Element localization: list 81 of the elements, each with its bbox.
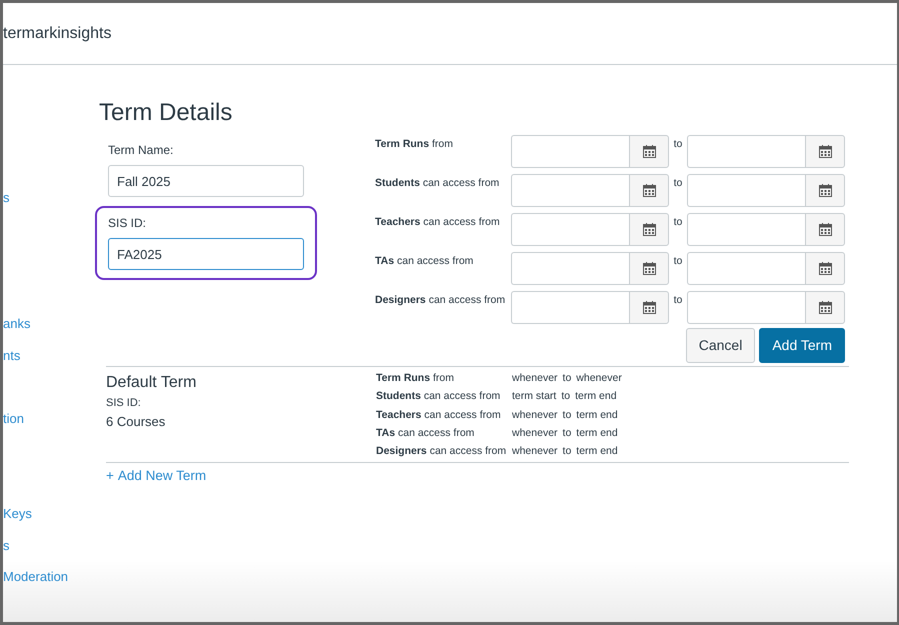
date-value: term end <box>576 444 618 460</box>
date-value: whenever <box>512 371 558 386</box>
date-value: whenever <box>576 371 622 386</box>
to-label: to <box>672 254 684 269</box>
plus-icon: + <box>106 468 114 484</box>
date-label: Designers can access from <box>375 293 506 308</box>
calendar-button[interactable] <box>805 252 845 285</box>
date-field[interactable] <box>687 252 805 285</box>
date-field[interactable] <box>511 213 629 246</box>
sidebar-link[interactable]: anks <box>3 315 97 333</box>
date-value: term end <box>576 408 618 423</box>
date-field[interactable] <box>511 252 629 285</box>
sidebar-link[interactable]: Moderation <box>3 568 97 586</box>
calendar-icon <box>818 301 832 314</box>
calendar-button[interactable] <box>805 135 845 168</box>
course-count: 6 Courses <box>106 412 166 430</box>
calendar-icon <box>642 262 656 275</box>
date-label: Teachers can access from <box>376 408 502 423</box>
sidebar-link[interactable]: s <box>3 189 97 207</box>
to-label: to <box>561 389 570 404</box>
sidebar-link[interactable]: s <box>3 537 97 555</box>
term-name-field[interactable]: Fall 2025 <box>108 165 304 197</box>
date-field[interactable] <box>687 135 805 168</box>
date-field[interactable] <box>511 291 629 324</box>
link-text: Add New Term <box>118 468 206 484</box>
date-label: Students can access from <box>375 176 500 191</box>
to-label: to <box>562 426 572 441</box>
to-label: to <box>672 293 684 308</box>
sis-id-label: SIS ID: <box>106 396 142 411</box>
to-label: to <box>562 371 572 386</box>
calendar-icon <box>642 184 656 197</box>
date-value: whenever <box>512 444 558 460</box>
calendar-button[interactable] <box>629 252 669 285</box>
calendar-button[interactable] <box>805 291 845 324</box>
calendar-button[interactable] <box>629 291 669 324</box>
calendar-button[interactable] <box>805 213 845 246</box>
date-value: term start <box>512 389 556 404</box>
calendar-icon <box>818 145 832 158</box>
cancel-button[interactable]: Cancel <box>686 328 756 363</box>
to-label: to <box>562 444 572 460</box>
date-field[interactable] <box>511 135 629 168</box>
date-field[interactable] <box>687 213 805 246</box>
date-label: Term Runs from <box>375 137 454 152</box>
page-heading: Term Details <box>99 98 234 128</box>
date-value: whenever <box>512 426 558 441</box>
date-label: TAs can access from <box>375 254 474 269</box>
date-label: Designers can access from <box>376 444 508 460</box>
date-field[interactable] <box>687 291 805 324</box>
calendar-icon <box>818 184 832 197</box>
field-label: Term Name: <box>108 142 174 159</box>
date-field[interactable] <box>687 174 805 207</box>
to-label: to <box>672 215 684 230</box>
date-label: Teachers can access from <box>375 215 501 230</box>
calendar-button[interactable] <box>629 213 669 246</box>
add-new-term-link[interactable]: + Add New Term <box>106 468 206 484</box>
to-label: to <box>672 176 684 191</box>
calendar-icon <box>818 262 832 275</box>
date-value: term end <box>576 426 618 441</box>
calendar-icon <box>642 223 656 236</box>
sidebar-link[interactable]: nts <box>3 347 97 365</box>
account-name: termarkinsights <box>3 24 112 44</box>
sidebar-link[interactable]: Keys <box>3 505 97 523</box>
date-field[interactable] <box>511 174 629 207</box>
term-name: Default Term <box>106 373 198 393</box>
sis-id-field[interactable]: FA2025 <box>108 238 304 270</box>
date-value: term end <box>575 389 617 404</box>
calendar-icon <box>818 223 832 236</box>
field-label: SIS ID: <box>108 215 148 232</box>
calendar-button[interactable] <box>629 135 669 168</box>
calendar-button[interactable] <box>805 174 845 207</box>
calendar-icon <box>642 301 656 314</box>
to-label: to <box>672 137 684 152</box>
to-label: to <box>562 408 572 423</box>
add-term-button[interactable]: Add Term <box>759 328 845 363</box>
date-label: TAs can access from <box>376 426 476 441</box>
calendar-button[interactable] <box>629 174 669 207</box>
calendar-icon <box>642 145 656 158</box>
date-label: Students can access from <box>376 389 502 404</box>
date-value: whenever <box>512 408 558 423</box>
sidebar-link[interactable]: tion <box>3 410 97 428</box>
date-label: Term Runs from <box>376 371 455 386</box>
